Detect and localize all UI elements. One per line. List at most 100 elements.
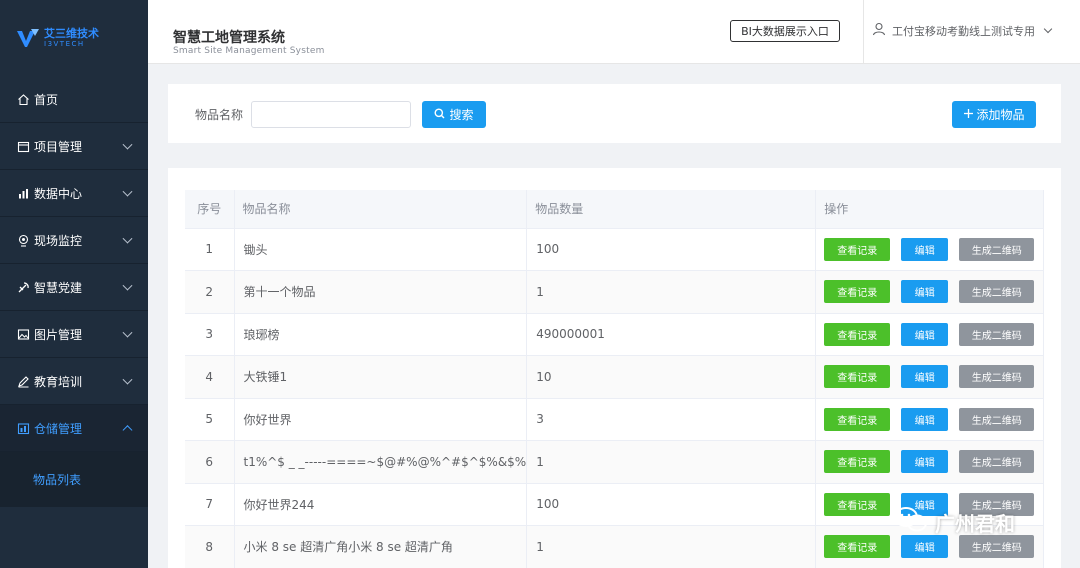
edit-button[interactable]: 编辑 [901, 280, 949, 304]
sidebar-item-data[interactable]: 数据中心 [0, 170, 148, 217]
generate-qr-button[interactable]: 生成二维码 [959, 365, 1035, 389]
chevron-down-icon [1043, 24, 1053, 34]
table-header-row: 序号 物品名称 物品数量 操作 [185, 190, 1044, 229]
logo[interactable]: 艾三维技术 I3VTECH [0, 0, 148, 76]
edit-button[interactable]: 编辑 [901, 365, 949, 389]
sidebar-item-home[interactable]: 首页 [0, 76, 148, 123]
sidebar-item-training[interactable]: 教育培训 [0, 358, 148, 405]
cell-name: 琅琊榜 [234, 313, 528, 356]
view-record-button[interactable]: 查看记录 [824, 492, 891, 516]
edit-button[interactable]: 编辑 [901, 450, 949, 474]
user-menu[interactable]: 工付宝移动考勤线上测试专用 [872, 22, 1053, 39]
cell-actions: 查看记录 编辑 生成二维码 [815, 398, 1044, 441]
logo-name-en: I3VTECH [44, 40, 85, 48]
user-icon [872, 22, 886, 39]
cell-no: 2 [185, 270, 235, 314]
column-header-name: 物品名称 [234, 190, 528, 229]
sidebar: 艾三维技术 I3VTECH 首页 项目管理 数据中心 现场监控 智慧党建 图片管… [0, 0, 148, 568]
search-button[interactable]: 搜索 [422, 101, 486, 128]
watermark: 广州君和 [893, 506, 1015, 539]
table-row: 4 大铁锤1 10 查看记录 编辑 生成二维码 [185, 355, 1044, 399]
view-record-button[interactable]: 查看记录 [824, 280, 891, 304]
warehouse-icon [17, 422, 30, 435]
chevron-down-icon [122, 374, 133, 385]
generate-qr-button[interactable]: 生成二维码 [959, 407, 1035, 431]
sidebar-item-warehouse[interactable]: 仓储管理 [0, 405, 148, 452]
cell-qty: 1 [526, 440, 817, 484]
sidebar-item-label: 数据中心 [34, 186, 83, 201]
cell-name: 锄头 [234, 228, 528, 271]
image-icon [17, 328, 30, 341]
view-record-button[interactable]: 查看记录 [824, 450, 891, 474]
view-record-button[interactable]: 查看记录 [824, 365, 891, 389]
cell-no: 5 [185, 398, 235, 441]
add-item-button[interactable]: 添加物品 [952, 101, 1036, 128]
home-icon [17, 93, 30, 106]
cell-actions: 查看记录 编辑 生成二维码 [815, 228, 1044, 271]
sidebar-item-project[interactable]: 项目管理 [0, 123, 148, 170]
generate-qr-button[interactable]: 生成二维码 [959, 237, 1035, 261]
generate-qr-button[interactable]: 生成二维码 [959, 280, 1035, 304]
sidebar-item-images[interactable]: 图片管理 [0, 311, 148, 358]
cell-qty: 1 [526, 525, 817, 568]
cell-no: 4 [185, 355, 235, 399]
sidebar-item-label: 首页 [34, 92, 59, 107]
sidebar-item-party[interactable]: 智慧党建 [0, 264, 148, 311]
chevron-down-icon [122, 186, 133, 197]
cell-no: 3 [185, 313, 235, 356]
sidebar-item-label: 教育培训 [34, 374, 83, 389]
cell-name: 你好世界244 [234, 483, 528, 526]
cell-name: 你好世界 [234, 398, 528, 441]
camera-icon [17, 234, 30, 247]
page-title: 智慧工地管理系统 [173, 30, 285, 46]
plus-icon [963, 108, 974, 122]
logo-mark-icon [16, 27, 40, 49]
view-record-button[interactable]: 查看记录 [824, 535, 891, 559]
table-row: 6 t1%^$ _ _-----====~$@#%@%^#$^$%&$% 1 查看记录… [185, 440, 1044, 484]
sidebar-menu: 首页 项目管理 数据中心 现场监控 智慧党建 图片管理 教育培训 仓储管理 物品… [0, 76, 148, 507]
generate-qr-button[interactable]: 生成二维码 [959, 450, 1035, 474]
cell-name: 小米 8 se 超清广角小米 8 se 超清广角 [234, 525, 528, 568]
sidebar-item-label: 项目管理 [34, 139, 83, 154]
pen-icon [17, 375, 30, 388]
view-record-button[interactable]: 查看记录 [824, 407, 891, 431]
sidebar-item-label: 图片管理 [34, 327, 83, 342]
edit-button[interactable]: 编辑 [901, 407, 949, 431]
table-row: 2 第十一个物品 1 查看记录 编辑 生成二维码 [185, 270, 1044, 314]
cell-no: 7 [185, 483, 235, 526]
sidebar-subitem-label: 物品列表 [33, 473, 82, 487]
party-icon [17, 281, 30, 294]
view-record-button[interactable]: 查看记录 [824, 237, 891, 261]
chevron-down-icon [122, 280, 133, 291]
user-name: 工付宝移动考勤线上测试专用 [892, 24, 1035, 38]
sidebar-item-monitor[interactable]: 现场监控 [0, 217, 148, 264]
search-button-label: 搜索 [449, 108, 474, 122]
sidebar-item-label: 仓储管理 [34, 421, 83, 436]
search-icon [434, 108, 445, 122]
column-header-qty: 物品数量 [526, 190, 817, 229]
cell-name: 大铁锤1 [234, 355, 528, 399]
cell-qty: 3 [526, 398, 817, 441]
bi-dashboard-button[interactable]: BI大数据展示入口 [730, 20, 840, 42]
column-header-actions: 操作 [815, 190, 1044, 229]
sidebar-subitem-item-list[interactable]: 物品列表 [0, 452, 148, 507]
wechat-icon [893, 506, 929, 539]
chevron-down-icon [122, 233, 133, 244]
edit-button[interactable]: 编辑 [901, 322, 949, 346]
view-record-button[interactable]: 查看记录 [824, 322, 891, 346]
cell-no: 6 [185, 440, 235, 484]
edit-button[interactable]: 编辑 [901, 237, 949, 261]
cell-qty: 490000001 [526, 313, 817, 356]
cell-qty: 10 [526, 355, 817, 399]
sidebar-item-label: 智慧党建 [34, 280, 83, 295]
generate-qr-button[interactable]: 生成二维码 [959, 322, 1035, 346]
table-row: 3 琅琊榜 490000001 查看记录 编辑 生成二维码 [185, 313, 1044, 356]
item-name-input[interactable] [251, 101, 411, 128]
cell-name: t1%^$ _ _-----====~$@#%@%^#$^$%&$% [234, 440, 528, 484]
table-row: 1 锄头 100 查看记录 编辑 生成二维码 [185, 228, 1044, 271]
cell-actions: 查看记录 编辑 生成二维码 [815, 313, 1044, 356]
cell-qty: 100 [526, 483, 817, 526]
item-name-label: 物品名称 [195, 108, 244, 122]
cell-no: 8 [185, 525, 235, 568]
chart-icon [17, 187, 30, 200]
